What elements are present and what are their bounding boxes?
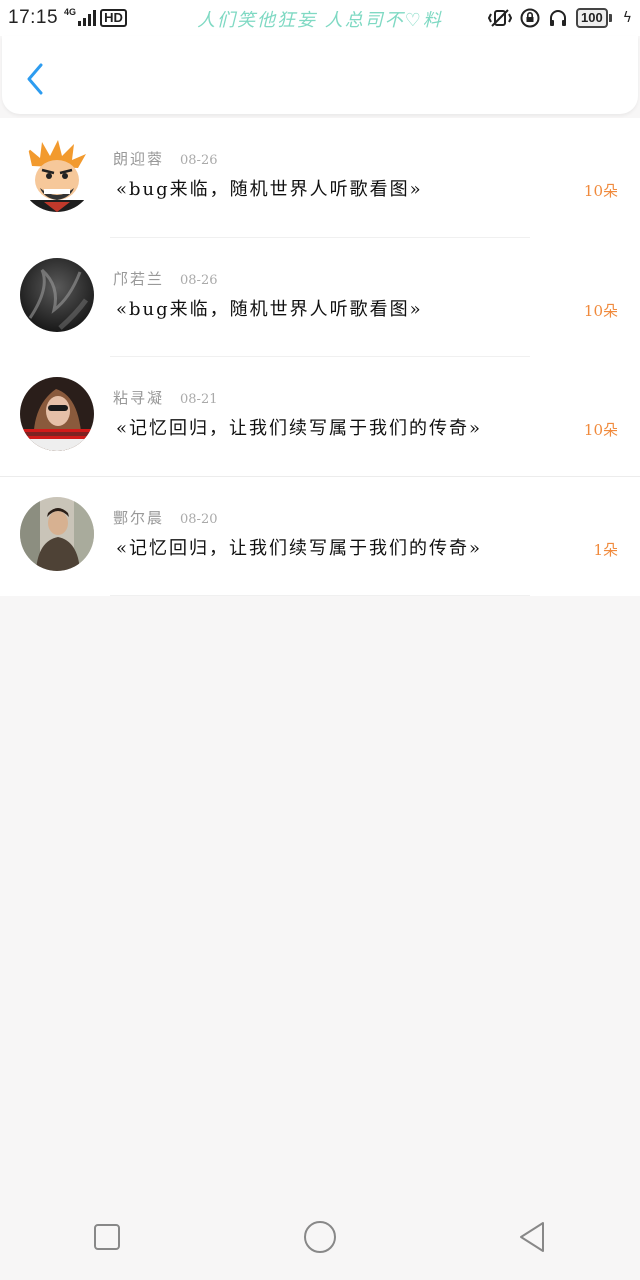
flower-count: 10朵 (583, 421, 618, 439)
item-title: «bug来临，随机世界人听歌看图» (116, 298, 423, 320)
item-meta: 朗迎蓉 08-26 (113, 148, 218, 169)
recent-apps-button[interactable] (77, 1212, 137, 1262)
status-time: 17:15 (8, 7, 59, 28)
item-title: «bug来临，随机世界人听歌看图» (116, 179, 423, 200)
home-icon (303, 1221, 336, 1253)
avatar-image (20, 377, 94, 451)
avatar-image (20, 257, 94, 332)
item-meta: 酆尔晨 08-20 (113, 507, 218, 528)
flower-count: 10朵 (583, 182, 618, 200)
avatar-image (20, 138, 94, 212)
list-item[interactable]: 酆尔晨 08-20 «记忆回归，让我们续写属于我们的传奇» 1朵 (0, 477, 640, 596)
back-button[interactable] (20, 62, 50, 96)
headphones-icon (550, 10, 567, 26)
network-indicator: 4G HD (64, 6, 127, 27)
recent-apps-icon (93, 1224, 120, 1250)
divider (110, 595, 530, 596)
gift-record-list: 朗迎蓉 08-26 «bug来临，随机世界人听歌看图» 10朵 邝若兰 08-2… (0, 118, 640, 596)
flower-count: 10朵 (583, 301, 618, 320)
chevron-left-icon (27, 63, 43, 95)
flower-count: 1朵 (593, 540, 618, 559)
sender-name: 邝若兰 (113, 269, 165, 288)
item-date: 08-21 (180, 392, 218, 407)
back-triangle-icon (520, 1222, 545, 1252)
avatar[interactable] (20, 257, 94, 332)
list-item[interactable]: 邝若兰 08-26 «bug来临，随机世界人听歌看图» 10朵 (0, 238, 640, 357)
item-meta: 邝若兰 08-26 (113, 268, 218, 289)
lock-rotation-icon (520, 8, 540, 28)
sender-name: 朗迎蓉 (113, 150, 165, 168)
avatar[interactable] (20, 496, 94, 571)
item-title: «记忆回归，让我们续写属于我们的传奇» (116, 537, 483, 559)
list-item[interactable]: 朗迎蓉 08-26 «bug来临，随机世界人听歌看图» 10朵 (0, 118, 640, 238)
avatar[interactable] (20, 377, 94, 451)
battery-icon: 100 (576, 8, 612, 28)
item-meta: 粘寻凝 08-21 (113, 387, 218, 408)
status-left: 17:15 4G HD (8, 7, 127, 29)
sender-name: 酆尔晨 (113, 508, 165, 527)
list-item[interactable]: 粘寻凝 08-21 «记忆回归，让我们续写属于我们的传奇» 10朵 (0, 357, 640, 477)
header (2, 36, 638, 114)
battery-tip (608, 14, 612, 22)
vibrate-icon (488, 9, 513, 27)
charging-icon: ϟ (622, 10, 632, 26)
status-bar: 17:15 4G HD 人们笑他狂妄 人总司不♡料 100 ϟ (0, 0, 640, 36)
item-date: 08-26 (180, 153, 218, 168)
network-type: 4G (64, 6, 77, 17)
signal-icon (78, 10, 97, 26)
status-right: 100 ϟ (488, 8, 632, 28)
item-date: 08-26 (180, 272, 218, 288)
item-title: «记忆回归，让我们续写属于我们的传奇» (116, 418, 483, 439)
home-button[interactable] (290, 1212, 350, 1262)
hd-badge: HD (100, 9, 127, 27)
back-nav-button[interactable] (503, 1212, 563, 1262)
battery-level: 100 (576, 8, 608, 28)
item-date: 08-20 (180, 511, 218, 527)
sender-name: 粘寻凝 (113, 389, 165, 407)
navigation-bar (0, 1194, 640, 1280)
avatar[interactable] (20, 138, 94, 212)
avatar-image (20, 496, 94, 571)
